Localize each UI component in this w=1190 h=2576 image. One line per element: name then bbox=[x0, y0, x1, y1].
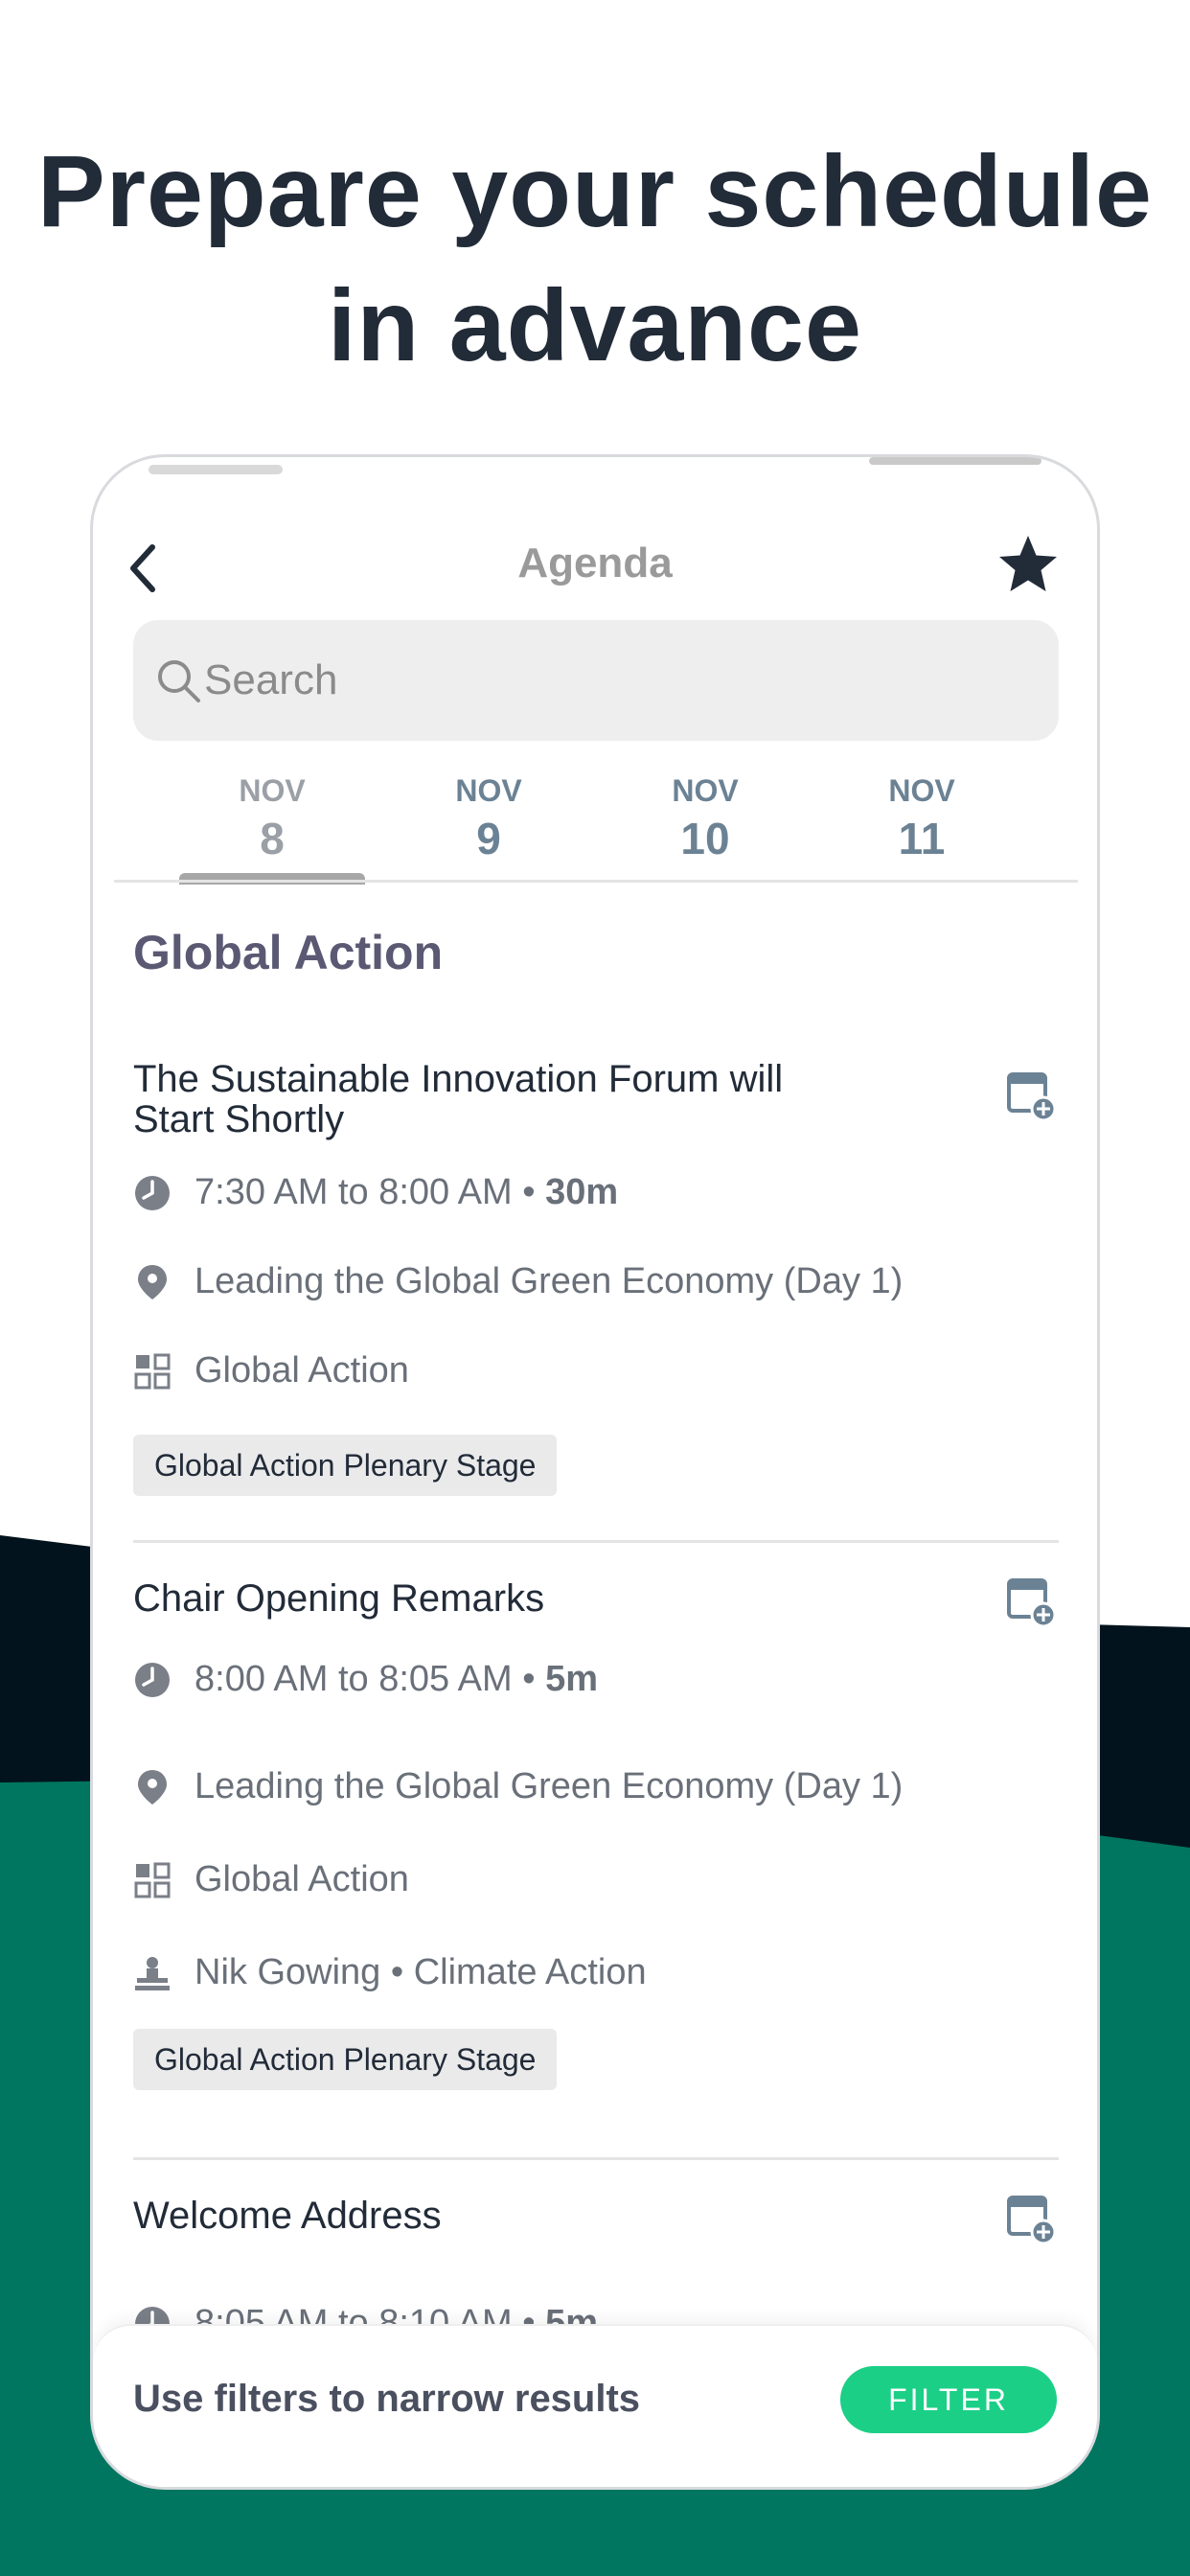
search-bar bbox=[133, 620, 1059, 741]
session-duration: 5m bbox=[545, 1659, 598, 1699]
add-to-calendar-icon bbox=[1007, 2196, 1057, 2245]
filter-bar: Use filters to narrow results FILTER bbox=[93, 2324, 1097, 2487]
session-speaker-row: Nik Gowing • Climate Action bbox=[133, 1948, 1059, 1998]
status-bar-icons bbox=[869, 457, 1041, 465]
session-speaker: Nik Gowing • Climate Action bbox=[195, 1952, 647, 1992]
tab-month: NOV bbox=[455, 773, 522, 808]
session-duration: 30m bbox=[545, 1172, 619, 1212]
tab-nov-9[interactable]: NOV 9 bbox=[395, 773, 583, 885]
date-tabs: NOV 8 NOV 9 NOV 10 NOV 11 bbox=[93, 773, 1097, 888]
add-to-calendar-button[interactable] bbox=[1005, 1069, 1059, 1122]
filter-hint-text: Use filters to narrow results bbox=[133, 2378, 641, 2420]
tab-day: 11 bbox=[898, 814, 946, 863]
promo-headline-line2: in advance bbox=[328, 269, 862, 382]
tab-nov-8[interactable]: NOV 8 bbox=[178, 773, 366, 885]
tab-day: 9 bbox=[476, 814, 501, 863]
speaker-podium-icon bbox=[135, 1957, 170, 1990]
search-icon bbox=[158, 660, 200, 702]
star-icon bbox=[999, 536, 1057, 591]
add-to-calendar-icon bbox=[1007, 1072, 1057, 1122]
session-time-text: 7:30 AM to 8:00 AM • 30m bbox=[195, 1172, 618, 1213]
status-bar-time bbox=[149, 465, 283, 474]
session-track-row: Global Action bbox=[133, 1346, 1059, 1396]
session-time: 7:30 AM to 8:00 AM • bbox=[195, 1172, 536, 1212]
status-bar bbox=[93, 457, 1097, 499]
tabs-divider bbox=[114, 880, 1078, 883]
session-location: Leading the Global Green Economy (Day 1) bbox=[195, 1261, 904, 1301]
grid-icon bbox=[134, 1353, 171, 1390]
grid-icon bbox=[134, 1862, 171, 1898]
promo-headline-line1: Prepare your schedule bbox=[37, 135, 1153, 248]
tab-month: NOV bbox=[888, 773, 955, 808]
tab-month: NOV bbox=[239, 773, 306, 808]
session-location: Leading the Global Green Economy (Day 1) bbox=[195, 1766, 904, 1806]
session-title: Welcome Address bbox=[133, 2195, 442, 2237]
location-pin-icon bbox=[138, 1770, 167, 1805]
session-time-row: 7:30 AM to 8:00 AM • 30m bbox=[133, 1168, 1059, 1218]
session-divider bbox=[133, 1540, 1059, 1543]
session-time: 8:00 AM to 8:05 AM • bbox=[195, 1659, 536, 1699]
stage-chip: Global Action Plenary Stage bbox=[133, 2029, 558, 2090]
add-to-calendar-button[interactable] bbox=[1005, 2192, 1059, 2245]
clock-icon bbox=[135, 1663, 170, 1697]
session-time-text: 8:00 AM to 8:05 AM • 5m bbox=[195, 1659, 598, 1700]
session-card[interactable]: Chair Opening Remarks 8:00 AM to 8:05 AM… bbox=[133, 1578, 1059, 2134]
session-title-line1: The Sustainable Innovation Forum will bbox=[133, 1058, 784, 1100]
location-pin-icon bbox=[138, 1265, 167, 1300]
session-track-row: Global Action bbox=[133, 1855, 1059, 1905]
promo-headline: Prepare your schedule in advance bbox=[0, 125, 1190, 393]
stage-chip: Global Action Plenary Stage bbox=[133, 1435, 558, 1496]
page-title: Agenda bbox=[517, 540, 673, 586]
favorites-button[interactable] bbox=[995, 532, 1061, 597]
tab-month: NOV bbox=[672, 773, 739, 808]
search-input[interactable] bbox=[204, 647, 1028, 714]
session-title: The Sustainable Innovation Forum will St… bbox=[133, 1059, 900, 1139]
session-title-line2: Start Shortly bbox=[133, 1098, 345, 1140]
session-location-row: Leading the Global Green Economy (Day 1) bbox=[133, 1257, 1059, 1307]
session-time-row: 8:00 AM to 8:05 AM • 5m bbox=[133, 1655, 1059, 1705]
session-title: Chair Opening Remarks bbox=[133, 1577, 545, 1620]
session-track: Global Action bbox=[195, 1859, 409, 1899]
clock-icon bbox=[135, 1176, 170, 1210]
phone-screen: Agenda NOV 8 NOV 9 NOV 10 NOV 11 bbox=[90, 454, 1100, 2490]
filter-button[interactable]: FILTER bbox=[840, 2366, 1057, 2433]
session-divider bbox=[133, 2157, 1059, 2160]
selected-tab-indicator bbox=[179, 873, 365, 885]
add-to-calendar-icon bbox=[1007, 1578, 1057, 1628]
session-location-row: Leading the Global Green Economy (Day 1) bbox=[133, 1762, 1059, 1812]
add-to-calendar-button[interactable] bbox=[1005, 1575, 1059, 1628]
section-title: Global Action bbox=[133, 926, 444, 979]
tab-nov-11[interactable]: NOV 11 bbox=[828, 773, 1016, 885]
tab-nov-10[interactable]: NOV 10 bbox=[611, 773, 799, 885]
session-card[interactable]: Welcome Address 8:05 AM to 8:10 AM • 5m bbox=[133, 2195, 1059, 2343]
session-track: Global Action bbox=[195, 1350, 409, 1391]
tab-day: 8 bbox=[260, 814, 285, 863]
tab-day: 10 bbox=[680, 814, 730, 863]
